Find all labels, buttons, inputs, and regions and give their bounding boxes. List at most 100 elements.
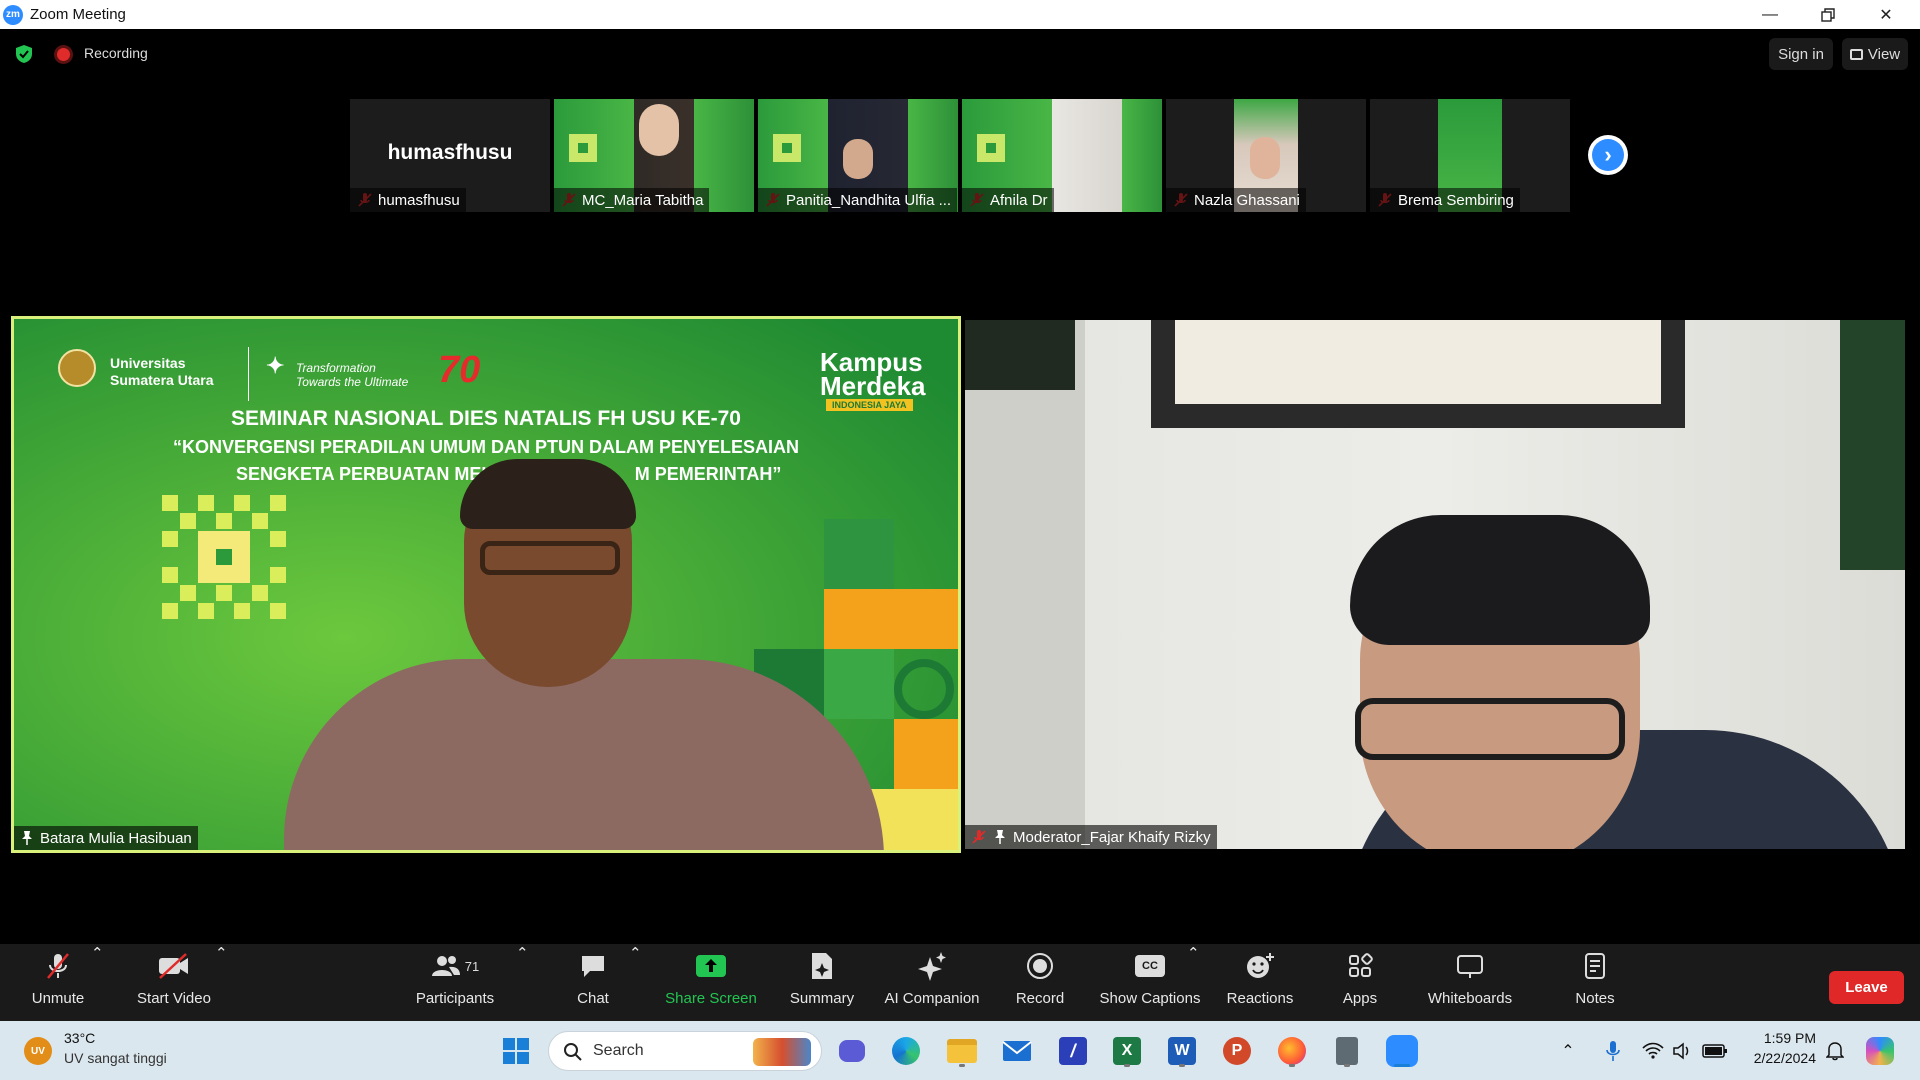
wall-shadow <box>965 320 1085 849</box>
pattern-icon <box>569 134 597 162</box>
speaker-name-label: Batara Mulia Hasibuan <box>14 826 198 850</box>
participant-thumbnail[interactable]: MC_Maria Tabitha <box>554 99 754 212</box>
ai-companion-label: AI Companion <box>884 990 980 1007</box>
windows-taskbar: UV 33°C UV sangat tinggi Search / X W P … <box>0 1021 1920 1080</box>
participant-display-name: humasfhusu <box>387 141 513 164</box>
person-glasses <box>1355 698 1625 760</box>
participant-thumbnail[interactable]: Panitia_Nandhita Ulfia ... <box>758 99 958 212</box>
recording-label[interactable]: Recording <box>84 45 148 61</box>
taskbar-search-box[interactable]: Search <box>548 1031 822 1071</box>
windows-start-icon[interactable] <box>498 1033 534 1069</box>
chevron-right-icon: › <box>1592 139 1624 171</box>
speaker-glasses <box>480 541 620 575</box>
participant-thumbnail[interactable]: Brema Sembiring <box>1370 99 1570 212</box>
weather-description[interactable]: UV sangat tinggi <box>64 1050 167 1066</box>
start-video-label: Start Video <box>137 990 211 1007</box>
recording-dot-icon <box>57 48 70 61</box>
kampus-merdeka-line2: Merdeka <box>820 371 926 401</box>
security-shield-icon[interactable] <box>14 44 34 64</box>
seminar-headline: SEMINAR NASIONAL DIES NATALIS FH USU KE-… <box>231 407 741 430</box>
record-button[interactable]: Record <box>1008 944 1072 1021</box>
unmute-button[interactable]: Unmute <box>22 944 94 1021</box>
participants-button[interactable]: 71 Participants <box>410 944 500 1021</box>
close-icon[interactable]: ✕ <box>1857 0 1915 29</box>
clock-date[interactable]: 2/22/2024 <box>1740 1050 1816 1066</box>
tagline-line1: Transformation <box>296 361 376 375</box>
audio-options-chevron-icon[interactable]: ⌃ <box>91 944 104 1021</box>
firefox-icon[interactable] <box>1274 1033 1310 1069</box>
clock-time[interactable]: 1:59 PM <box>1740 1030 1816 1046</box>
whiteboards-button[interactable]: Whiteboards <box>1420 944 1520 1021</box>
notes-icon <box>1585 953 1605 979</box>
university-logo <box>58 349 96 387</box>
search-highlight-icon <box>753 1038 811 1066</box>
writing-app-icon[interactable]: / <box>1055 1033 1091 1069</box>
word-icon[interactable]: W <box>1164 1033 1200 1069</box>
meeting-status-bar: Recording Sign in View <box>0 29 1920 79</box>
pattern-icon <box>773 134 801 162</box>
summary-label: Summary <box>789 990 855 1007</box>
seminar-subtitle-line1: “KONVERGENSI PERADILAN UMUM DAN PTUN DAL… <box>172 437 800 457</box>
sign-in-button[interactable]: Sign in <box>1769 38 1833 70</box>
chat-options-chevron-icon[interactable]: ⌃ <box>629 944 642 1021</box>
participant-thumbnail[interactable]: Afnila Dr <box>962 99 1162 212</box>
apps-button[interactable]: Apps <box>1336 944 1384 1021</box>
whiteboard-icon <box>1457 955 1483 978</box>
weather-uv-icon[interactable]: UV <box>24 1037 52 1065</box>
file-explorer-icon[interactable] <box>944 1033 980 1069</box>
participant-thumbnail[interactable]: humasfhusu humasfhusu <box>350 99 550 212</box>
reactions-icon <box>1247 953 1274 978</box>
wifi-icon[interactable] <box>1640 1033 1666 1069</box>
summary-button[interactable]: Summary <box>786 944 858 1021</box>
person-hair <box>1350 515 1650 645</box>
participant-video[interactable]: Moderator_Fajar Khaify Rizky <box>965 320 1905 849</box>
transformation-logo: ✦ <box>266 353 285 378</box>
chat-button[interactable]: Chat <box>565 944 621 1021</box>
leave-button[interactable]: Leave <box>1829 971 1904 1004</box>
frame-art <box>1175 320 1661 404</box>
meet-app-icon[interactable] <box>834 1033 870 1069</box>
tagline-line2: Towards the Ultimate <box>296 375 409 389</box>
video-options-chevron-icon[interactable]: ⌃ <box>215 944 228 1021</box>
participants-options-chevron-icon[interactable]: ⌃ <box>516 944 529 1021</box>
zoom-taskbar-icon[interactable] <box>1384 1033 1420 1069</box>
share-screen-button[interactable]: Share Screen <box>664 944 758 1021</box>
ai-companion-button[interactable]: AI Companion <box>880 944 984 1021</box>
summary-icon <box>812 953 832 979</box>
restore-icon[interactable] <box>1799 0 1857 29</box>
edge-browser-icon[interactable] <box>888 1033 924 1069</box>
captions-options-chevron-icon[interactable]: ⌃ <box>1187 944 1200 1021</box>
copilot-icon[interactable] <box>1862 1033 1898 1069</box>
participant-face <box>843 139 873 179</box>
mail-icon[interactable] <box>999 1033 1035 1069</box>
subtitle-part-b: M PEMERINTAH” <box>634 464 782 484</box>
active-speaker-video[interactable]: Universitas Sumatera Utara ✦ Transformat… <box>11 316 961 853</box>
participant-name: Afnila Dr <box>962 188 1054 212</box>
calculator-icon[interactable] <box>1329 1033 1365 1069</box>
zoom-app-icon: zm <box>3 4 23 25</box>
participant-face <box>1250 137 1280 179</box>
record-label: Record <box>1015 990 1065 1007</box>
muted-mic-icon <box>47 953 69 979</box>
view-button[interactable]: View <box>1842 38 1908 70</box>
plant-right <box>1840 320 1905 570</box>
excel-icon[interactable]: X <box>1109 1033 1145 1069</box>
participant-thumbnail[interactable]: Nazla Ghassani <box>1166 99 1366 212</box>
university-name-line2: Sumatera Utara <box>110 372 214 388</box>
participant-name: MC_Maria Tabitha <box>554 188 710 212</box>
microphone-icon[interactable] <box>1602 1033 1624 1069</box>
weather-temperature[interactable]: 33°C <box>64 1030 95 1046</box>
powerpoint-icon[interactable]: P <box>1219 1033 1255 1069</box>
minimize-icon[interactable]: — <box>1741 0 1799 29</box>
reactions-button[interactable]: Reactions <box>1224 944 1296 1021</box>
next-page-button[interactable]: › <box>1588 135 1628 175</box>
participant-name-label: Moderator_Fajar Khaify Rizky <box>965 825 1217 849</box>
show-hidden-icons-chevron-icon[interactable]: ⌃ <box>1558 1033 1578 1069</box>
participant-name: Nazla Ghassani <box>1166 188 1306 212</box>
battery-icon[interactable] <box>1700 1033 1730 1069</box>
start-video-button[interactable]: Start Video <box>130 944 218 1021</box>
volume-icon[interactable] <box>1670 1033 1696 1069</box>
anniversary-logo: 70 <box>438 349 481 391</box>
notification-bell-icon[interactable] <box>1818 1033 1852 1069</box>
notes-button[interactable]: Notes <box>1570 944 1620 1021</box>
